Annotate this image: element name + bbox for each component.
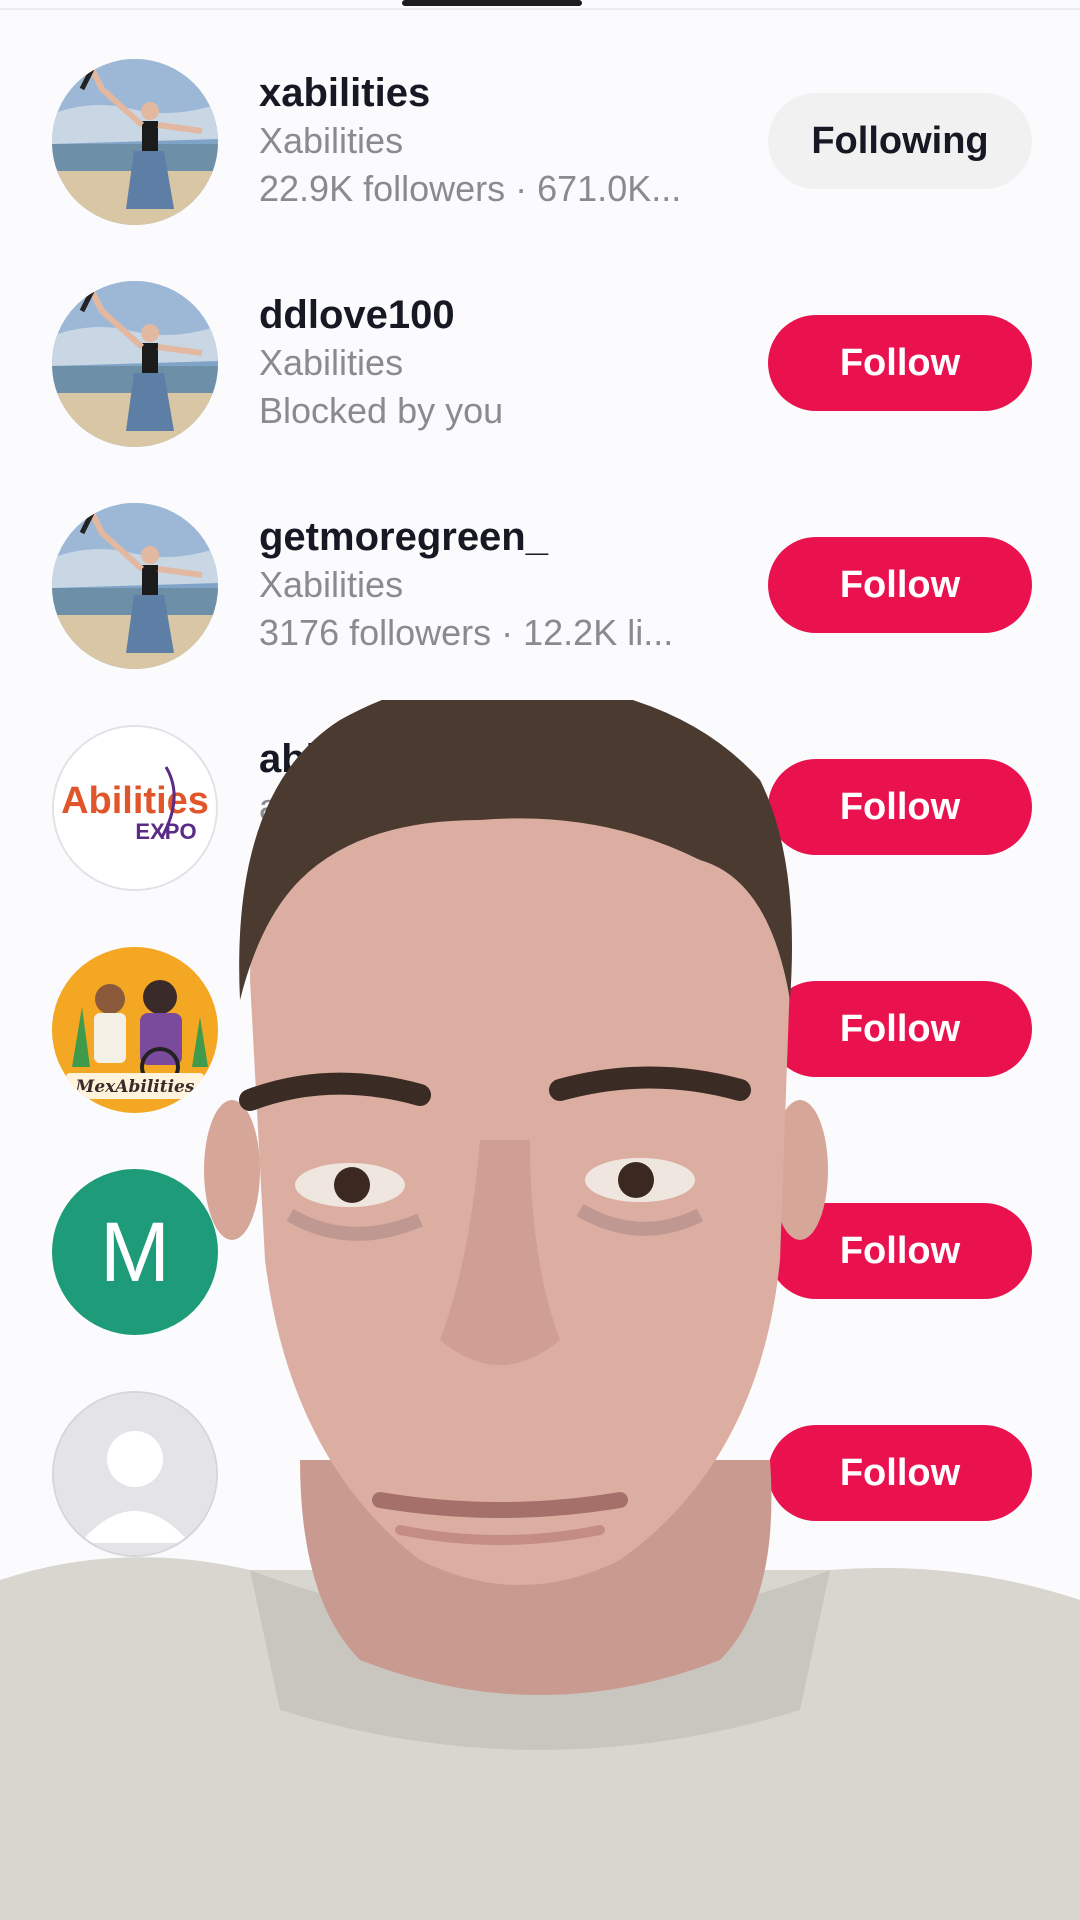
- account-nickname: Xabilities: [259, 342, 404, 383]
- user-silhouette-icon: [54, 1393, 216, 1555]
- following-button[interactable]: Following: [768, 93, 1032, 189]
- account-row[interactable]: MexAbilities Follow: [0, 943, 1080, 1165]
- account-row[interactable]: Abilities EXPO abilitiesexpo abil 12 Fol…: [0, 721, 1080, 943]
- account-row[interactable]: Follow: [0, 1387, 1080, 1609]
- follow-button[interactable]: Follow: [768, 315, 1032, 411]
- account-stats: 22.9K followers · 671.0K...: [259, 168, 682, 209]
- avatar-letter: M: [100, 1204, 170, 1299]
- account-stats: 12: [259, 834, 300, 875]
- follow-button[interactable]: Follow: [768, 1425, 1032, 1521]
- abilities-expo-logo[interactable]: Abilities EXPO: [52, 725, 218, 891]
- top-divider: [0, 8, 1080, 10]
- account-info: getmoregreen_ Xabilities 3176 followers …: [259, 513, 739, 657]
- account-row[interactable]: M Follow: [0, 1165, 1080, 1387]
- account-list: xabilities Xabilities 22.9K followers · …: [0, 55, 1080, 1729]
- account-nickname: Xabilities: [259, 120, 404, 161]
- account-info: xabilities Xabilities 22.9K followers · …: [259, 69, 739, 213]
- letter-avatar[interactable]: M: [52, 1169, 218, 1335]
- account-row[interactable]: [0, 1609, 1080, 1729]
- beach-photo-avatar[interactable]: [52, 503, 218, 669]
- account-username: abilitiesexpo: [259, 737, 502, 781]
- beach-photo-avatar[interactable]: [52, 59, 218, 225]
- follow-button[interactable]: Follow: [768, 759, 1032, 855]
- account-info: abilitiesexpo abil 12: [259, 735, 739, 879]
- logo-text: Abilities: [61, 780, 209, 822]
- account-username: ddlove100: [259, 293, 455, 337]
- logo-text: MexAbilities: [75, 1077, 195, 1097]
- follow-button[interactable]: [900, 1647, 1032, 1707]
- account-row[interactable]: ddlove100 Xabilities Blocked by you Foll…: [0, 277, 1080, 499]
- account-info: ddlove100 Xabilities Blocked by you: [259, 291, 739, 435]
- follow-button[interactable]: Follow: [768, 1203, 1032, 1299]
- mexabilities-logo[interactable]: MexAbilities: [52, 947, 218, 1113]
- account-stats: 3176 followers · 12.2K li...: [259, 612, 674, 653]
- account-nickname: Xabilities: [259, 564, 404, 605]
- account-row[interactable]: getmoregreen_ Xabilities 3176 followers …: [0, 499, 1080, 721]
- sheet-drag-handle[interactable]: [402, 0, 582, 6]
- account-username: xabilities: [259, 71, 431, 115]
- account-status: Blocked by you: [259, 390, 504, 431]
- follow-button[interactable]: Follow: [768, 537, 1032, 633]
- account-username: getmoregreen_: [259, 515, 548, 559]
- account-row[interactable]: xabilities Xabilities 22.9K followers · …: [0, 55, 1080, 277]
- follow-button[interactable]: Follow: [768, 981, 1032, 1077]
- default-user-avatar[interactable]: [52, 1391, 218, 1557]
- beach-photo-avatar[interactable]: [52, 281, 218, 447]
- account-nickname: abil: [259, 786, 316, 827]
